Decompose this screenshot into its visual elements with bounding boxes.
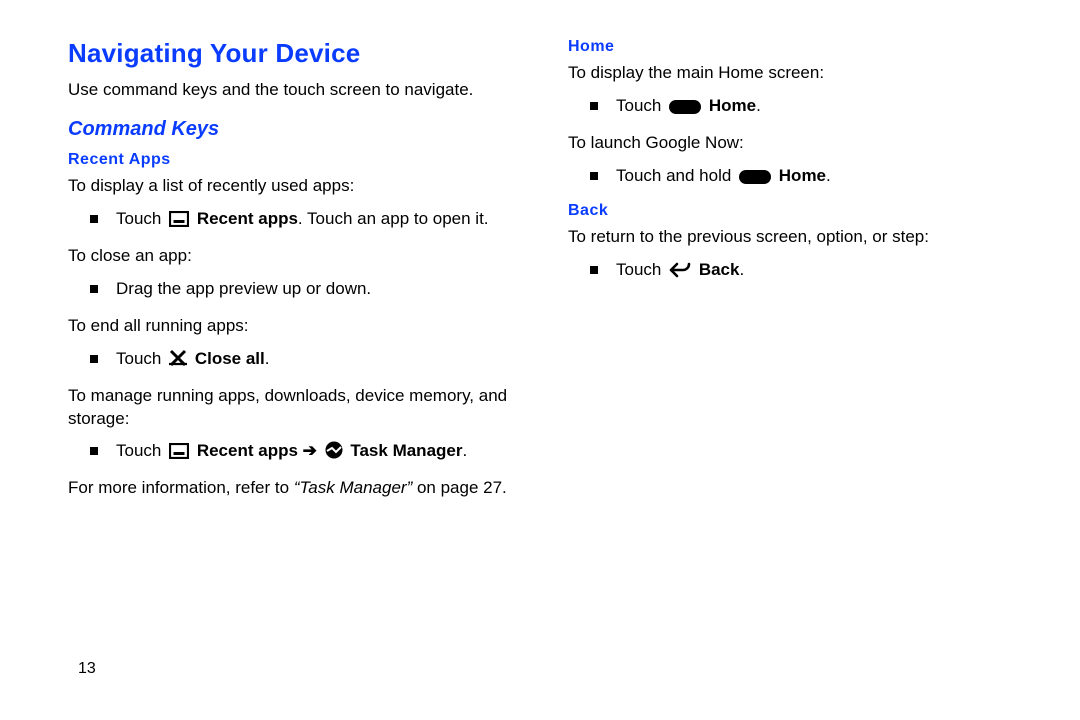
back-icon <box>669 262 691 278</box>
text: on page 27. <box>412 478 507 497</box>
list-item: Touch Back. <box>590 259 1028 282</box>
text: Touch <box>616 96 666 115</box>
text: . <box>756 96 761 115</box>
text-bold: Recent apps <box>197 441 298 460</box>
bullet-text: Touch Close all. <box>116 348 269 371</box>
list-item: Touch Recent apps ➔ Task Manager. <box>90 440 528 463</box>
text: Touch <box>116 349 166 368</box>
list-item: Touch Close all. <box>90 348 528 371</box>
recent-apps-icon <box>169 443 189 459</box>
text: . <box>739 260 744 279</box>
list-item: Touch and hold Home. <box>590 165 1028 188</box>
text-bold: Task Manager <box>350 441 462 460</box>
text: . Touch an app to open it. <box>298 209 489 228</box>
text-bold: Recent apps <box>197 209 298 228</box>
home-button-icon <box>669 100 701 114</box>
body-text: To display a list of recently used apps: <box>68 175 528 198</box>
home-heading: Home <box>568 38 1028 56</box>
bullet-text: Touch Home. <box>616 95 761 118</box>
bullet-icon <box>590 172 598 180</box>
bullet-icon <box>90 447 98 455</box>
text: . <box>826 166 831 185</box>
bullet-icon <box>90 355 98 363</box>
close-all-icon <box>169 349 187 367</box>
back-heading: Back <box>568 202 1028 220</box>
text: Touch <box>616 260 666 279</box>
command-keys-heading: Command Keys <box>68 118 528 141</box>
bullet-icon <box>590 266 598 274</box>
text-italic: “Task Manager” <box>294 478 412 497</box>
body-text: For more information, refer to “Task Man… <box>68 477 528 500</box>
bullet-text: Touch Recent apps. Touch an app to open … <box>116 208 489 231</box>
bullet-icon <box>90 215 98 223</box>
page-title: Navigating Your Device <box>68 38 528 69</box>
list-item: Touch Recent apps. Touch an app to open … <box>90 208 528 231</box>
home-button-icon <box>739 170 771 184</box>
body-text: To launch Google Now: <box>568 132 1028 155</box>
text: For more information, refer to <box>68 478 294 497</box>
left-column: Navigating Your Device Use command keys … <box>68 38 528 510</box>
recent-apps-heading: Recent Apps <box>68 151 528 169</box>
right-column: Home To display the main Home screen: To… <box>568 38 1028 510</box>
body-text: To close an app: <box>68 245 528 268</box>
bullet-text: Touch Back. <box>616 259 744 282</box>
text: . <box>462 441 467 460</box>
bullet-icon <box>90 285 98 293</box>
text-bold: Back <box>699 260 740 279</box>
body-text: To return to the previous screen, option… <box>568 226 1028 249</box>
text-bold: Home <box>779 166 826 185</box>
text: Touch <box>116 441 166 460</box>
text-bold: Close all <box>195 349 265 368</box>
bullet-icon <box>590 102 598 110</box>
body-text: To manage running apps, downloads, devic… <box>68 385 528 431</box>
bullet-text: Drag the app preview up or down. <box>116 278 371 301</box>
recent-apps-icon <box>169 211 189 227</box>
list-item: Drag the app preview up or down. <box>90 278 528 301</box>
bullet-text: Touch and hold Home. <box>616 165 831 188</box>
intro-text: Use command keys and the touch screen to… <box>68 79 528 102</box>
text: . <box>265 349 270 368</box>
task-manager-icon <box>325 441 343 459</box>
body-text: To display the main Home screen: <box>568 62 1028 85</box>
page-number: 13 <box>78 660 96 678</box>
text: Touch <box>116 209 166 228</box>
bullet-text: Touch Recent apps ➔ Task Manager. <box>116 440 467 463</box>
text-bold: Home <box>709 96 756 115</box>
list-item: Touch Home. <box>590 95 1028 118</box>
arrow-icon: ➔ <box>298 441 322 460</box>
body-text: To end all running apps: <box>68 315 528 338</box>
text: Touch and hold <box>616 166 736 185</box>
